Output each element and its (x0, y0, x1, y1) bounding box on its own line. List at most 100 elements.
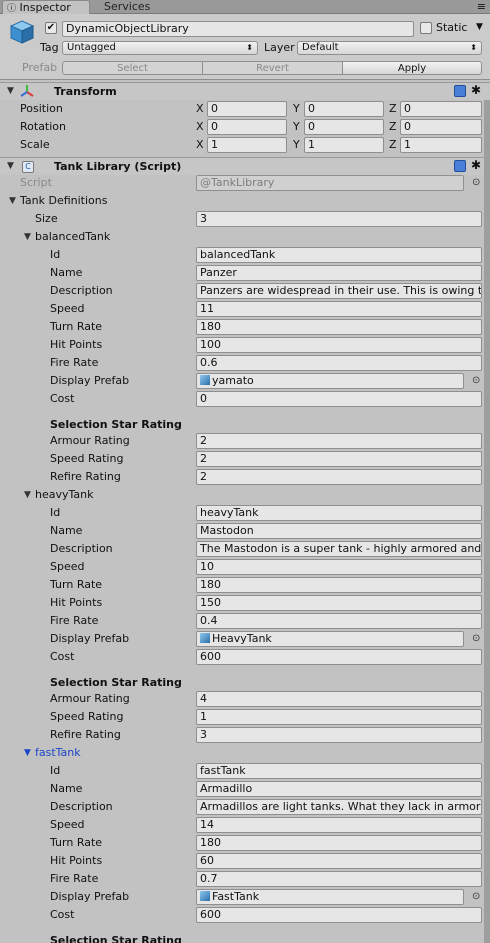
axis-y-label[interactable]: Y (293, 100, 300, 118)
tank-foldout-balancedTank[interactable]: balancedTank (35, 228, 110, 246)
script-label: Script (20, 176, 52, 189)
tank-refire-rating-field[interactable]: 2 (196, 469, 482, 485)
foldout-open-icon[interactable]: ▼ (24, 490, 31, 500)
axis-y-label[interactable]: Y (293, 136, 300, 154)
axis-z-label[interactable]: Z (389, 118, 397, 136)
script-component-header[interactable]: ▼ C Tank Library (Script) ✱ (0, 157, 490, 175)
tank-turn-rate-field[interactable]: 180 (196, 577, 482, 593)
tank-description-label: Description (50, 284, 113, 297)
tank-speed-rating-field[interactable]: 2 (196, 451, 482, 467)
tank-speed-field[interactable]: 10 (196, 559, 482, 575)
foldout-open-icon[interactable]: ▼ (24, 748, 31, 758)
tank-cost-field[interactable]: 600 (196, 649, 482, 665)
tank-name-field[interactable]: Armadillo (196, 781, 482, 797)
transform-y-field[interactable]: 1 (304, 137, 384, 153)
tank-armour-rating-field[interactable]: 4 (196, 691, 482, 707)
tank-turn-rate-field[interactable]: 180 (196, 319, 482, 335)
help-icon[interactable] (454, 160, 466, 172)
layer-dropdown[interactable]: Default ⬍ (297, 41, 482, 55)
tank-foldout-heavyTank[interactable]: heavyTank (35, 486, 93, 504)
tank-refire-rating-label: Refire Rating (50, 728, 121, 741)
tank-fire-rate-label: Fire Rate (50, 356, 99, 369)
tab-menu-icon[interactable]: ≡ (477, 0, 486, 13)
tank-speed-field[interactable]: 14 (196, 817, 482, 833)
tank-foldout-fastTank[interactable]: fastTank (35, 744, 81, 762)
axis-z-label[interactable]: Z (389, 100, 397, 118)
tank-fire-rate-field[interactable]: 0.4 (196, 613, 482, 629)
foldout-open-icon[interactable]: ▼ (7, 86, 14, 96)
transform-x-field[interactable]: 0 (207, 101, 287, 117)
object-header: ✔ DynamicObjectLibrary Static ▼ Tag Unta… (0, 14, 490, 80)
tab-bar: ⓘ Inspector Services ≡ (0, 0, 490, 14)
static-dropdown-icon[interactable]: ▼ (476, 22, 483, 32)
object-picker-icon[interactable]: ⊙ (472, 375, 480, 386)
tank-description-field[interactable]: Panzers are widespread in their use. Thi… (196, 283, 482, 299)
axis-y-label[interactable]: Y (293, 118, 300, 136)
transform-y-field[interactable]: 0 (304, 119, 384, 135)
cube-icon (10, 20, 34, 44)
transform-z-field[interactable]: 0 (400, 119, 482, 135)
prefab-revert-button[interactable]: Revert (202, 61, 343, 75)
tank-hit-points-field[interactable]: 150 (196, 595, 482, 611)
size-field[interactable]: 3 (196, 211, 482, 227)
tank-id-field[interactable]: heavyTank (196, 505, 482, 521)
prefab-cube-icon (200, 891, 210, 901)
tab-inspector[interactable]: ⓘ Inspector (2, 0, 90, 14)
display-prefab-field[interactable]: yamato (196, 373, 464, 389)
axis-x-label[interactable]: X (196, 118, 204, 136)
tank-id-field[interactable]: balancedTank (196, 247, 482, 263)
tank-speed-field[interactable]: 11 (196, 301, 482, 317)
object-picker-icon[interactable]: ⊙ (472, 891, 480, 902)
tank-description-field[interactable]: The Mastodon is a super tank - highly ar… (196, 541, 482, 557)
object-picker-icon[interactable]: ⊙ (472, 177, 480, 188)
display-prefab-field[interactable]: HeavyTank (196, 631, 464, 647)
tank-description-label: Description (50, 542, 113, 555)
tank-name-field[interactable]: Mastodon (196, 523, 482, 539)
transform-x-field[interactable]: 0 (207, 119, 287, 135)
axis-x-label[interactable]: X (196, 100, 204, 118)
tank-definitions-label[interactable]: Tank Definitions (20, 192, 107, 210)
tank-fire-rate-field[interactable]: 0.7 (196, 871, 482, 887)
tank-turn-rate-field[interactable]: 180 (196, 835, 482, 851)
transform-icon (20, 85, 34, 97)
tank-armour-rating-field[interactable]: 2 (196, 433, 482, 449)
script-small-icon: @ (200, 176, 211, 189)
axis-z-label[interactable]: Z (389, 136, 397, 154)
transform-z-field[interactable]: 0 (400, 101, 482, 117)
gear-icon[interactable]: ✱ (471, 83, 481, 97)
transform-z-field[interactable]: 1 (400, 137, 482, 153)
prefab-apply-button[interactable]: Apply (342, 61, 482, 75)
transform-x-field[interactable]: 1 (207, 137, 287, 153)
tank-id-label: Id (50, 506, 61, 519)
tank-fire-rate-field[interactable]: 0.6 (196, 355, 482, 371)
transform-header[interactable]: ▼ Transform ✱ (0, 82, 490, 100)
tank-speed-rating-label: Speed Rating (50, 710, 124, 723)
tank-speed-rating-field[interactable]: 1 (196, 709, 482, 725)
prefab-select-button[interactable]: Select (62, 61, 203, 75)
tank-id-field[interactable]: fastTank (196, 763, 482, 779)
foldout-open-icon[interactable]: ▼ (9, 196, 16, 206)
object-name-field[interactable]: DynamicObjectLibrary (62, 21, 414, 37)
static-checkbox[interactable] (420, 22, 432, 34)
tank-hit-points-field[interactable]: 60 (196, 853, 482, 869)
display-prefab-field[interactable]: FastTank (196, 889, 464, 905)
transform-y-field[interactable]: 0 (304, 101, 384, 117)
axis-x-label[interactable]: X (196, 136, 204, 154)
tab-services[interactable]: Services (100, 0, 180, 14)
help-icon[interactable] (454, 85, 466, 97)
tank-cost-field[interactable]: 600 (196, 907, 482, 923)
tank-cost-field[interactable]: 0 (196, 391, 482, 407)
scrollbar[interactable] (484, 100, 490, 943)
script-field[interactable]: @TankLibrary (196, 175, 464, 191)
foldout-open-icon[interactable]: ▼ (7, 161, 14, 171)
active-checkbox[interactable]: ✔ (45, 22, 57, 34)
tank-hit-points-field[interactable]: 100 (196, 337, 482, 353)
object-picker-icon[interactable]: ⊙ (472, 633, 480, 644)
tank-name-field[interactable]: Panzer (196, 265, 482, 281)
selection-star-rating-header: Selection Star Rating (50, 934, 182, 943)
tank-refire-rating-field[interactable]: 3 (196, 727, 482, 743)
gear-icon[interactable]: ✱ (471, 158, 481, 172)
foldout-open-icon[interactable]: ▼ (24, 232, 31, 242)
tag-dropdown[interactable]: Untagged ⬍ (62, 41, 258, 55)
tank-description-field[interactable]: Armadillos are light tanks. What they la… (196, 799, 482, 815)
